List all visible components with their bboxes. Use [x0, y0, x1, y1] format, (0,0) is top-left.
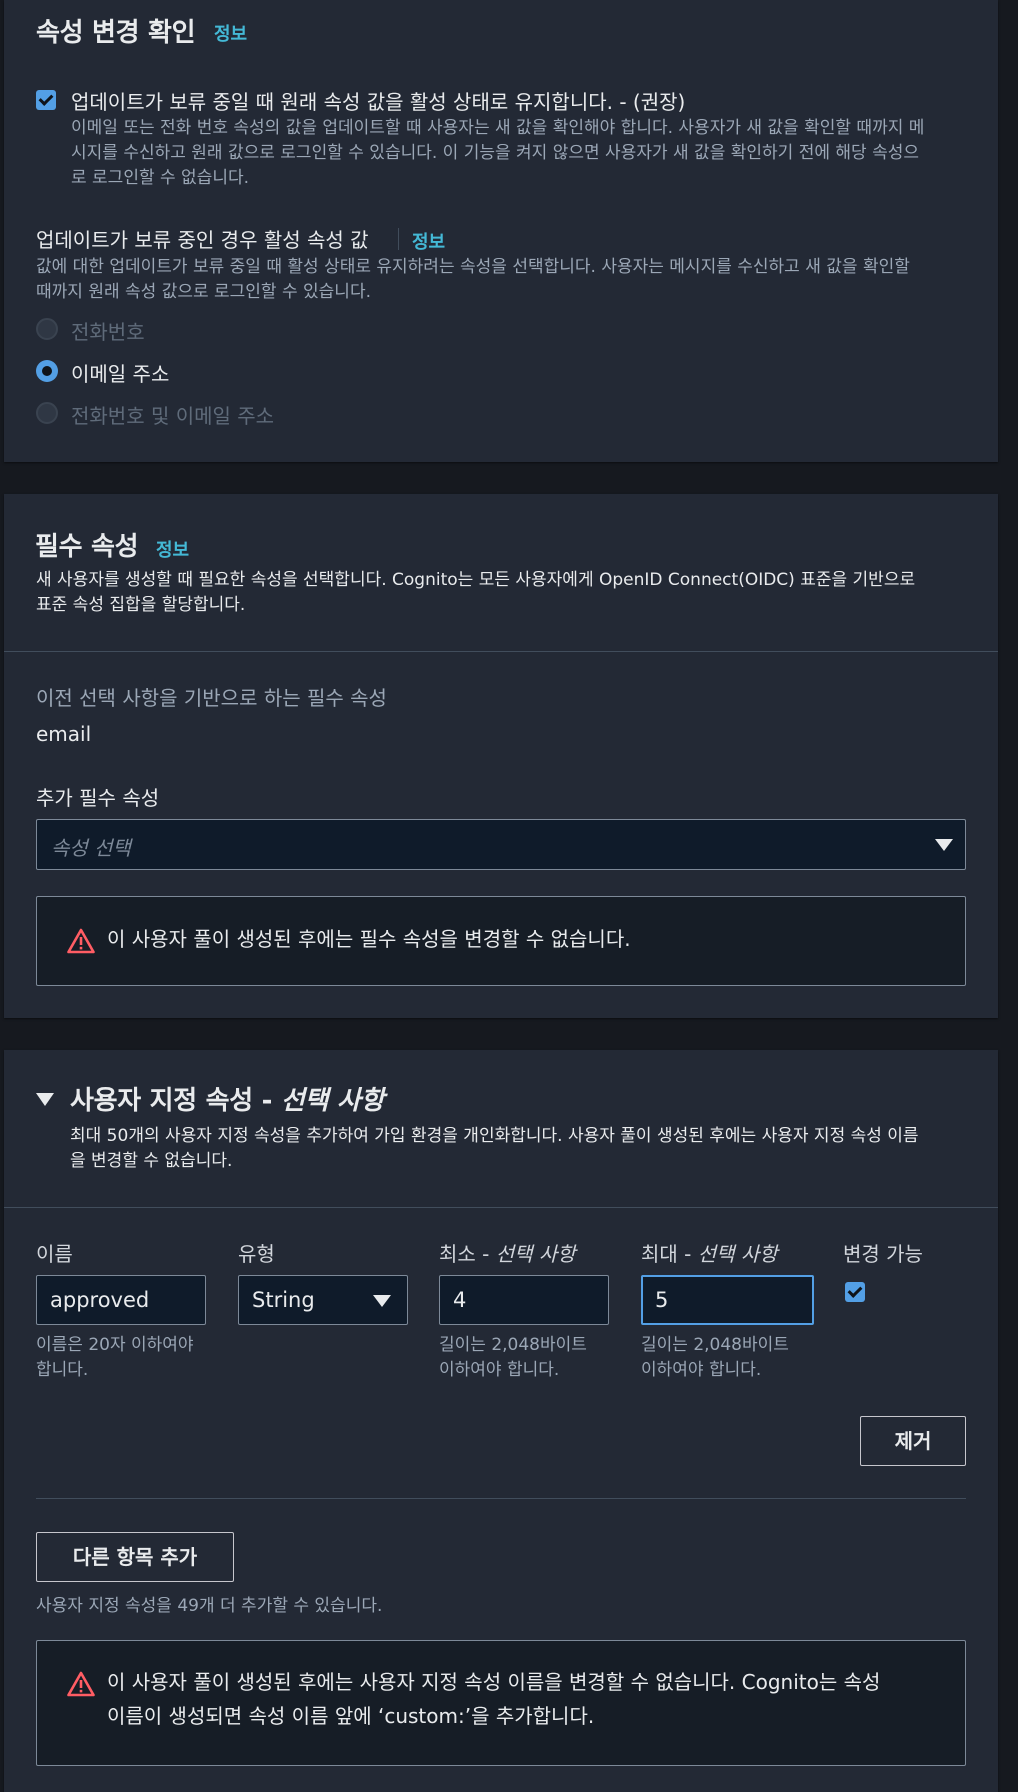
active-value-description: 값에 대한 업데이트가 보류 중일 때 활성 상태로 유지하려는 속성을 선택합…: [36, 257, 910, 302]
attribute-select-placeholder: 속성 선택: [51, 836, 131, 860]
required-warning-text: 이 사용자 풀이 생성된 후에는 필수 속성을 변경할 수 없습니다.: [107, 927, 631, 951]
info-link[interactable]: 정보: [214, 20, 247, 46]
name-hint: 이름은 20자 이하여야 합니다.: [36, 1335, 194, 1380]
remove-button[interactable]: 제거: [860, 1416, 966, 1466]
keep-original-checkbox[interactable]: [36, 90, 56, 110]
column-min-label: 최소 - 선택 사항: [439, 1242, 576, 1266]
custom-attributes-panel: 사용자 지정 속성 - 선택 사항 최대 50개의 사용자 지정 속성을 추가하…: [4, 1050, 998, 1792]
radio-phone-and-email-label: 전화번호 및 이메일 주소: [71, 404, 275, 428]
divider: [4, 1207, 998, 1208]
attribute-type-select[interactable]: String: [238, 1275, 408, 1325]
section-title: 속성 변경 확인: [36, 18, 196, 48]
radio-phone[interactable]: [36, 318, 58, 340]
attribute-change-confirm-panel: 속성 변경 확인 정보 업데이트가 보류 중일 때 원래 속성 값을 활성 상태…: [4, 0, 998, 462]
required-description: 새 사용자를 생성할 때 필요한 속성을 선택합니다. Cognito는 모든 …: [36, 570, 916, 615]
title-divider: [398, 228, 399, 250]
column-mutable-label: 변경 가능: [843, 1242, 923, 1266]
mutable-checkbox[interactable]: [845, 1282, 865, 1302]
custom-warning-alert: 이 사용자 풀이 생성된 후에는 사용자 지정 속성 이름을 변경할 수 없습니…: [36, 1640, 966, 1766]
column-max-label: 최대 - 선택 사항: [641, 1242, 778, 1266]
attribute-name-input[interactable]: approved: [36, 1275, 206, 1325]
required-attributes-panel: 필수 속성 정보 새 사용자를 생성할 때 필요한 속성을 선택합니다. Cog…: [4, 494, 998, 1018]
min-hint: 길이는 2,048바이트 이하여야 합니다.: [439, 1335, 587, 1380]
attribute-select[interactable]: 속성 선택: [36, 819, 966, 870]
radio-email[interactable]: [36, 360, 58, 382]
attribute-type-value: String: [252, 1288, 315, 1312]
divider: [4, 651, 998, 652]
caret-down-icon: [935, 839, 953, 851]
active-value-title: 업데이트가 보류 중인 경우 활성 속성 값: [36, 228, 369, 252]
max-hint: 길이는 2,048바이트 이하여야 합니다.: [641, 1335, 789, 1380]
section-title: 필수 속성: [35, 532, 139, 562]
custom-section-title[interactable]: 사용자 지정 속성 - 선택 사항: [70, 1080, 384, 1117]
custom-description: 최대 50개의 사용자 지정 속성을 추가하여 가입 환경을 개인화합니다. 사…: [70, 1126, 919, 1171]
column-name-label: 이름: [36, 1242, 73, 1266]
required-warning-alert: 이 사용자 풀이 생성된 후에는 필수 속성을 변경할 수 없습니다.: [36, 896, 966, 986]
warning-icon: [67, 1671, 95, 1697]
radio-phone-and-email[interactable]: [36, 402, 58, 424]
remaining-count-text: 사용자 지정 속성을 49개 더 추가할 수 있습니다.: [36, 1596, 383, 1616]
active-value-info-link[interactable]: 정보: [412, 228, 445, 254]
based-on-value: email: [36, 722, 92, 746]
keep-original-label: 업데이트가 보류 중일 때 원래 속성 값을 활성 상태로 유지합니다. - (…: [71, 90, 686, 114]
caret-down-icon[interactable]: [36, 1093, 54, 1106]
radio-email-label: 이메일 주소: [71, 362, 170, 386]
radio-phone-label: 전화번호: [71, 320, 145, 344]
divider: [36, 1498, 966, 1499]
min-length-input[interactable]: 4: [439, 1275, 609, 1325]
custom-warning-text: 이 사용자 풀이 생성된 후에는 사용자 지정 속성 이름을 변경할 수 없습니…: [107, 1670, 881, 1728]
caret-down-icon: [373, 1295, 391, 1307]
additional-required-label: 추가 필수 속성: [36, 786, 160, 810]
info-link[interactable]: 정보: [156, 536, 189, 562]
keep-original-description: 이메일 또는 전화 번호 속성의 값을 업데이트할 때 사용자는 새 값을 확인…: [71, 118, 925, 188]
add-another-button[interactable]: 다른 항목 추가: [36, 1532, 234, 1582]
based-on-label: 이전 선택 사항을 기반으로 하는 필수 속성: [36, 686, 387, 710]
max-length-input[interactable]: 5: [641, 1275, 814, 1325]
warning-icon: [67, 928, 95, 954]
column-type-label: 유형: [238, 1242, 275, 1266]
